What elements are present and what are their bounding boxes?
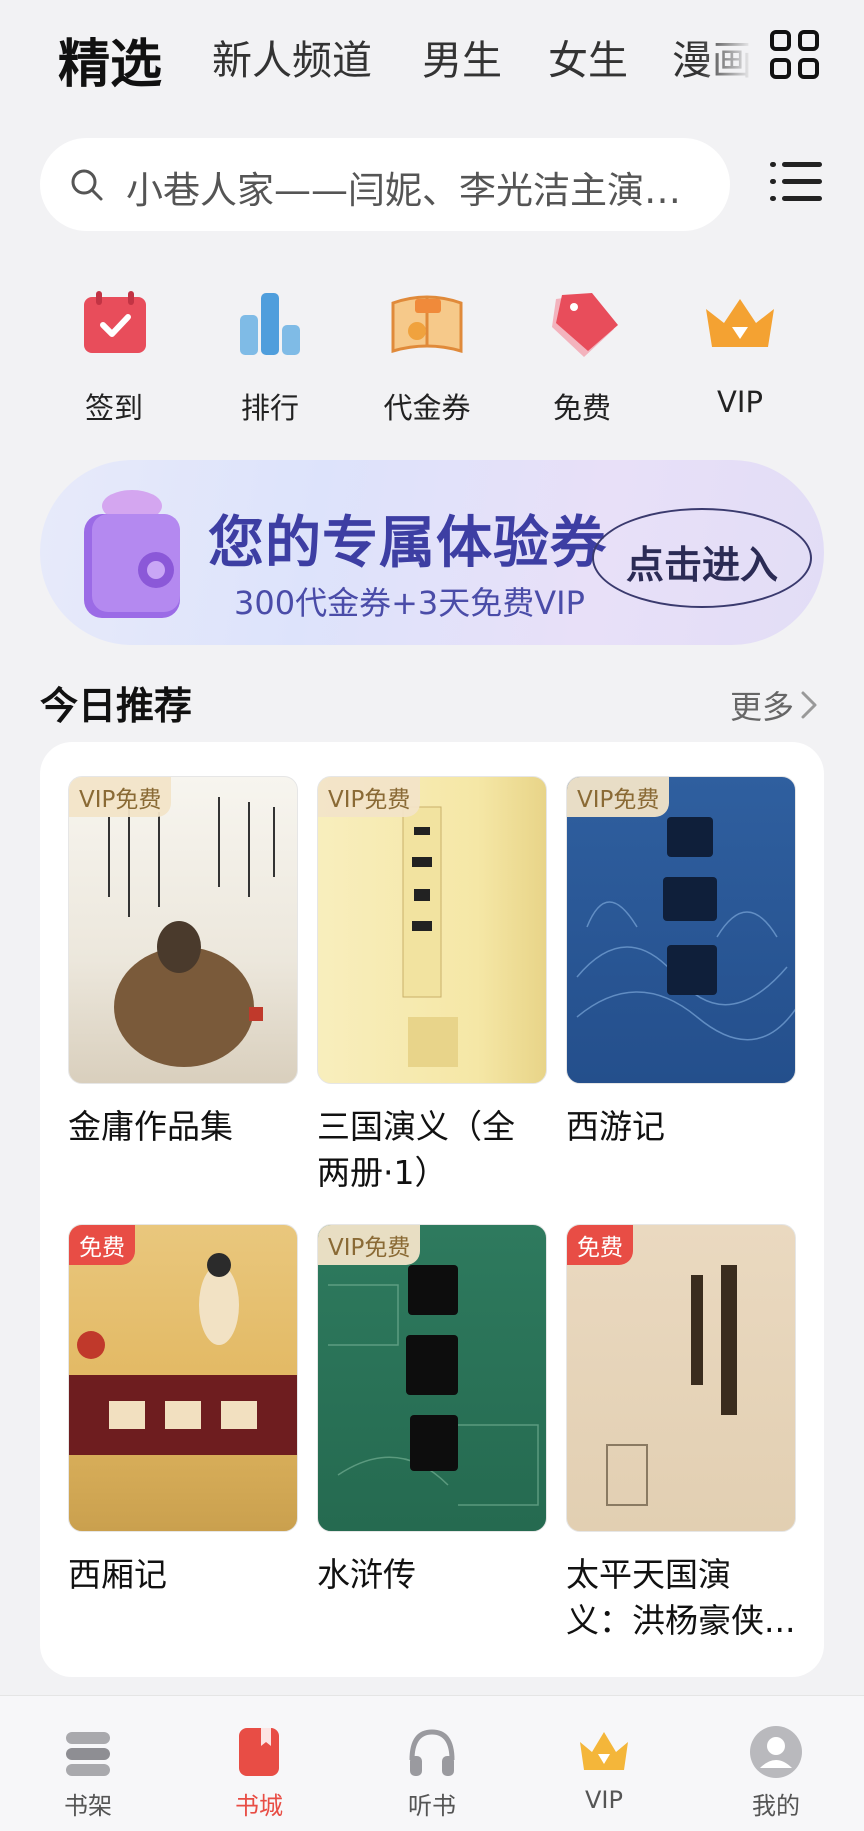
vip-free-badge: VIP免费 <box>69 777 172 817</box>
cover-art <box>576 817 795 1041</box>
book-cover[interactable]: 免费 <box>566 1224 796 1532</box>
banner-subtitle: 300代金券+3天免费VIP <box>234 584 585 622</box>
free-badge: 免费 <box>567 1225 633 1265</box>
book-item[interactable]: VIP免费 金庸作品集 <box>68 776 298 1150</box>
cover-art <box>69 1253 297 1455</box>
tab-female[interactable]: 女生 <box>548 28 628 86</box>
book-title: 西厢记 <box>68 1555 167 1594</box>
search-placeholder: 小巷人家——闫妮、李光洁主演的热播剧原著 <box>126 169 716 212</box>
nav-label: 书城 <box>235 1792 283 1820</box>
nav-label: 我的 <box>752 1792 800 1820</box>
cover-art <box>606 1265 737 1506</box>
book-title: 西游记 <box>566 1107 665 1146</box>
cover-art <box>328 1265 539 1506</box>
quick-entry-label: 免费 <box>552 391 611 425</box>
recommend-card: VIP免费 金庸作品集 VIP免费 三国演义（全两册·1） VIP免费 西游记 … <box>40 742 824 1677</box>
search-icon <box>71 169 103 201</box>
calendar-check-icon <box>84 291 146 353</box>
tabs-fade-overlay <box>700 20 766 90</box>
experience-voucher-banner[interactable]: 您的专属体验券 300代金券+3天免费VIP 点击进入 <box>40 460 824 645</box>
vip-free-badge: VIP免费 <box>567 777 670 817</box>
book-cover[interactable]: VIP免费 <box>317 1224 547 1532</box>
quick-entry-vip[interactable]: VIP <box>670 285 810 419</box>
coupon-book-icon <box>391 295 463 354</box>
quick-entry-label: 签到 <box>84 391 143 425</box>
book-item[interactable]: VIP免费 三国演义（全两册·1） <box>317 776 547 1196</box>
banner-enter-button[interactable]: 点击进入 <box>592 508 812 608</box>
book-title: 水浒传 <box>317 1555 416 1594</box>
book-item[interactable]: VIP免费 西游记 <box>566 776 796 1150</box>
crown-icon <box>706 299 774 347</box>
nav-bookshelf[interactable]: 书架 <box>28 1724 148 1821</box>
quick-entry-free[interactable]: 免费 <box>512 285 652 427</box>
book-item[interactable]: 免费 西厢记 <box>68 1224 298 1598</box>
book-item[interactable]: 免费 太平天国演义：洪杨豪侠... <box>566 1224 796 1644</box>
category-list-icon[interactable] <box>770 160 822 204</box>
book-item[interactable]: VIP免费 水浒传 <box>317 1224 547 1598</box>
headphones-icon <box>409 1729 455 1776</box>
quick-entry-label: 排行 <box>240 391 299 425</box>
free-badge: 免费 <box>69 1225 135 1265</box>
banner-enter-label: 点击进入 <box>625 543 778 587</box>
banner-title: 您的专属体验券 <box>208 511 607 576</box>
nav-audiobook[interactable]: 听书 <box>372 1724 492 1821</box>
free-tag-icon <box>552 293 618 357</box>
bookstore-icon <box>239 1728 279 1776</box>
search-bar[interactable]: 小巷人家——闫妮、李光洁主演的热播剧原著 <box>40 138 730 231</box>
vip-free-badge: VIP免费 <box>318 777 421 817</box>
quick-entry-checkin[interactable]: 签到 <box>44 285 184 427</box>
book-title: 三国演义（全两册·1） <box>317 1107 515 1192</box>
quick-entry-label: 代金券 <box>383 391 471 425</box>
bottom-navigation: 书架 书城 听书 VIP 我的 <box>0 1695 864 1831</box>
tab-newcomer-channel[interactable]: 新人频道 <box>212 28 372 86</box>
vip-free-badge: VIP免费 <box>318 1225 421 1265</box>
profile-avatar-icon <box>750 1726 802 1778</box>
book-cover[interactable]: VIP免费 <box>566 776 796 1084</box>
channel-grid-icon[interactable] <box>770 30 820 80</box>
section-title: 今日推荐 <box>40 684 193 728</box>
nav-profile[interactable]: 我的 <box>716 1724 836 1821</box>
top-channel-tabs: 精选 新人频道 男生 女生 漫画 <box>0 0 864 115</box>
nav-vip[interactable]: VIP <box>544 1724 664 1814</box>
book-cover[interactable]: VIP免费 <box>317 776 547 1084</box>
tab-featured[interactable]: 精选 <box>58 22 162 97</box>
quick-entry-label: VIP <box>717 385 763 419</box>
bookshelf-icon <box>66 1732 110 1776</box>
gift-box-icon <box>84 490 180 618</box>
vip-crown-icon <box>580 1732 628 1770</box>
cover-art <box>402 806 458 1067</box>
tab-male[interactable]: 男生 <box>422 28 502 86</box>
quick-entry-row: 签到 排行 代金券 免费 VIP <box>0 285 864 425</box>
book-cover[interactable]: VIP免费 <box>68 776 298 1084</box>
nav-label: 听书 <box>408 1792 456 1820</box>
nav-label: VIP <box>585 1786 623 1814</box>
nav-bookstore[interactable]: 书城 <box>199 1724 319 1821</box>
book-title: 金庸作品集 <box>68 1107 233 1146</box>
cover-art <box>108 797 275 1067</box>
nav-label: 书架 <box>64 1792 112 1820</box>
quick-entry-ranking[interactable]: 排行 <box>200 285 340 427</box>
chevron-right-icon[interactable] <box>800 690 818 720</box>
book-cover[interactable]: 免费 <box>68 1224 298 1532</box>
more-link[interactable]: 更多 <box>730 682 794 728</box>
bar-chart-icon <box>240 293 300 355</box>
quick-entry-coupon[interactable]: 代金券 <box>357 285 497 427</box>
book-title: 太平天国演义：洪杨豪侠... <box>566 1555 796 1640</box>
